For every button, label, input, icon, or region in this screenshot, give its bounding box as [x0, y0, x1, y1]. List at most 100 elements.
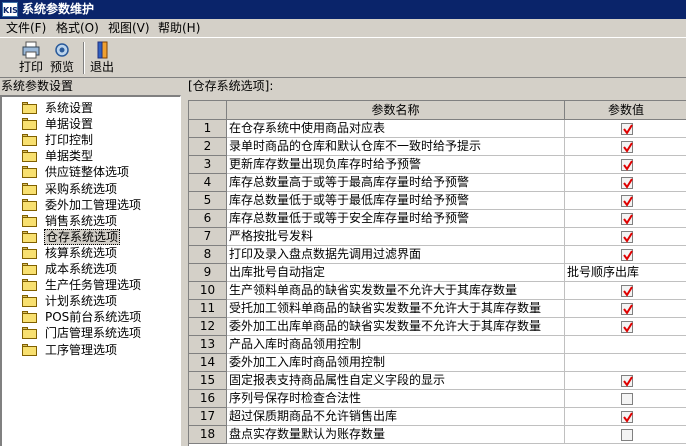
menu-view[interactable]: 视图(V) — [108, 21, 150, 35]
menu-help[interactable]: 帮助(H) — [158, 21, 200, 35]
param-name-cell[interactable]: 固定报表支持商品属性自定义字段的显示 — [227, 372, 565, 390]
param-value-cell[interactable] — [565, 354, 686, 372]
table-row[interactable]: 4 库存总数量高于或等于最高库存量时给予预警 — [189, 174, 686, 192]
param-value-cell[interactable] — [565, 336, 686, 354]
table-row[interactable]: 15 固定报表支持商品属性自定义字段的显示 — [189, 372, 686, 390]
param-value-cell[interactable] — [565, 390, 686, 408]
table-row[interactable]: 5 库存总数量低于或等于最低库存量时给予预警 — [189, 192, 686, 210]
param-checkbox[interactable] — [621, 285, 633, 297]
param-value-cell[interactable] — [565, 246, 686, 264]
param-name-cell[interactable]: 委外加工出库单商品的缺省实发数量不允许大于其库存数量 — [227, 318, 565, 336]
panel-splitter[interactable] — [181, 79, 186, 446]
printer-icon — [22, 41, 40, 59]
table-row[interactable]: 12 委外加工出库单商品的缺省实发数量不允许大于其库存数量 — [189, 318, 686, 336]
param-value-cell[interactable] — [565, 300, 686, 318]
table-row[interactable]: 8 打印及录入盘点数据先调用过滤界面 — [189, 246, 686, 264]
table-row[interactable]: 16 序列号保存时检查合法性 — [189, 390, 686, 408]
preview-label: 预览 — [49, 60, 74, 74]
param-value-cell[interactable] — [565, 156, 686, 174]
folder-icon — [22, 343, 37, 356]
tree-item-label: 供应链整体选项 — [45, 165, 130, 180]
table-row[interactable]: 10 生产领料单商品的缺省实发数量不允许大于其库存数量 — [189, 282, 686, 300]
param-name-cell[interactable]: 库存总数量低于或等于安全库存量时给予预警 — [227, 210, 565, 228]
param-name-cell[interactable]: 盘点实存数量默认为账存数量 — [227, 426, 565, 444]
table-row[interactable]: 6 库存总数量低于或等于安全库存量时给予预警 — [189, 210, 686, 228]
param-value-cell[interactable] — [565, 426, 686, 444]
row-number: 5 — [189, 192, 227, 210]
tree-item-label: 委外加工管理选项 — [45, 197, 142, 212]
param-value-cell[interactable] — [565, 138, 686, 156]
param-checkbox[interactable] — [621, 321, 633, 333]
param-checkbox[interactable] — [621, 249, 633, 261]
param-checkbox[interactable] — [621, 213, 633, 225]
param-checkbox[interactable] — [621, 231, 633, 243]
table-row[interactable]: 7 严格按批号发料 — [189, 228, 686, 246]
param-name-cell[interactable]: 超过保质期商品不允许销售出库 — [227, 408, 565, 426]
param-value-cell[interactable] — [565, 192, 686, 210]
menu-format[interactable]: 格式(O) — [56, 21, 99, 35]
param-checkbox[interactable] — [621, 123, 633, 135]
param-checkbox[interactable] — [621, 159, 633, 171]
tree-item-label: 单据设置 — [45, 117, 94, 132]
param-checkbox[interactable] — [621, 195, 633, 207]
param-checkbox[interactable] — [621, 429, 633, 441]
param-name-cell[interactable]: 库存总数量高于或等于最高库存量时给予预警 — [227, 174, 565, 192]
param-checkbox[interactable] — [621, 303, 633, 315]
tree-item-label: 成本系统选项 — [45, 262, 118, 276]
tree-item-label: 销售系统选项 — [45, 213, 118, 228]
header-param-value[interactable]: 参数值 — [565, 101, 686, 120]
param-name-cell[interactable]: 打印及录入盘点数据先调用过滤界面 — [227, 246, 565, 264]
param-checkbox[interactable] — [621, 177, 633, 189]
preview-button[interactable]: 预览 — [48, 40, 76, 76]
param-value-cell[interactable] — [565, 120, 686, 138]
table-row[interactable]: 9 出库批号自动指定 批号顺序出库 — [189, 264, 686, 282]
tree-item-label: 系统设置 — [45, 101, 94, 115]
param-name-cell[interactable]: 严格按批号发料 — [227, 228, 565, 246]
header-param-name[interactable]: 参数名称 — [227, 101, 565, 120]
param-name-cell[interactable]: 在仓存系统中使用商品对应表 — [227, 120, 565, 138]
table-row[interactable]: 17 超过保质期商品不允许销售出库 — [189, 408, 686, 426]
param-value-cell[interactable] — [565, 318, 686, 336]
param-value-cell[interactable] — [565, 174, 686, 192]
parameter-grid: 参数名称 参数值 1 在仓存系统中使用商品对应表 2 录单时商品的仓库和默认仓库不一致… — [188, 100, 686, 446]
row-number: 1 — [189, 120, 227, 138]
folder-icon — [22, 198, 37, 211]
app-icon: KIS — [2, 2, 18, 17]
param-value-cell[interactable]: 批号顺序出库 — [565, 264, 686, 282]
table-row[interactable]: 3 更新库存数量出现负库存时给予预警 — [189, 156, 686, 174]
param-name-cell[interactable]: 产品入库时商品领用控制 — [227, 336, 565, 354]
param-value-cell[interactable] — [565, 372, 686, 390]
param-name-cell[interactable]: 生产领料单商品的缺省实发数量不允许大于其库存数量 — [227, 282, 565, 300]
table-row[interactable]: 11 受托加工领料单商品的缺省实发数量不允许大于其库存数量 — [189, 300, 686, 318]
tree-item-label: 仓存系统选项 — [44, 228, 121, 245]
param-value-cell[interactable] — [565, 228, 686, 246]
table-row[interactable]: 2 录单时商品的仓库和默认仓库不一致时给予提示 — [189, 138, 686, 156]
param-checkbox[interactable] — [621, 141, 633, 153]
menu-file[interactable]: 文件(F) — [6, 21, 46, 35]
print-button[interactable]: 打印 — [17, 40, 45, 76]
exit-button[interactable]: 退出 — [88, 40, 116, 76]
folder-icon — [22, 311, 37, 324]
param-name-cell[interactable]: 更新库存数量出现负库存时给予预警 — [227, 156, 565, 174]
table-row[interactable]: 14 委外加工入库时商品领用控制 — [189, 354, 686, 372]
table-row[interactable]: 1 在仓存系统中使用商品对应表 — [189, 120, 686, 138]
param-name-cell[interactable]: 委外加工入库时商品领用控制 — [227, 354, 565, 372]
row-number: 16 — [189, 390, 227, 408]
param-value-cell[interactable] — [565, 210, 686, 228]
param-name-cell[interactable]: 出库批号自动指定 — [227, 264, 565, 282]
folder-icon — [22, 327, 37, 340]
table-row[interactable]: 18 盘点实存数量默认为账存数量 — [189, 426, 686, 444]
row-number: 15 — [189, 372, 227, 390]
title-bar: KIS 系统参数维护 — [0, 0, 686, 19]
param-name-cell[interactable]: 序列号保存时检查合法性 — [227, 390, 565, 408]
param-checkbox[interactable] — [621, 393, 633, 405]
param-name-cell[interactable]: 受托加工领料单商品的缺省实发数量不允许大于其库存数量 — [227, 300, 565, 318]
param-checkbox[interactable] — [621, 375, 633, 387]
table-row[interactable]: 13 产品入库时商品领用控制 — [189, 336, 686, 354]
param-value-cell[interactable] — [565, 282, 686, 300]
folder-icon — [22, 182, 37, 195]
param-name-cell[interactable]: 库存总数量低于或等于最低库存量时给予预警 — [227, 192, 565, 210]
param-name-cell[interactable]: 录单时商品的仓库和默认仓库不一致时给予提示 — [227, 138, 565, 156]
param-checkbox[interactable] — [621, 411, 633, 423]
param-value-cell[interactable] — [565, 408, 686, 426]
